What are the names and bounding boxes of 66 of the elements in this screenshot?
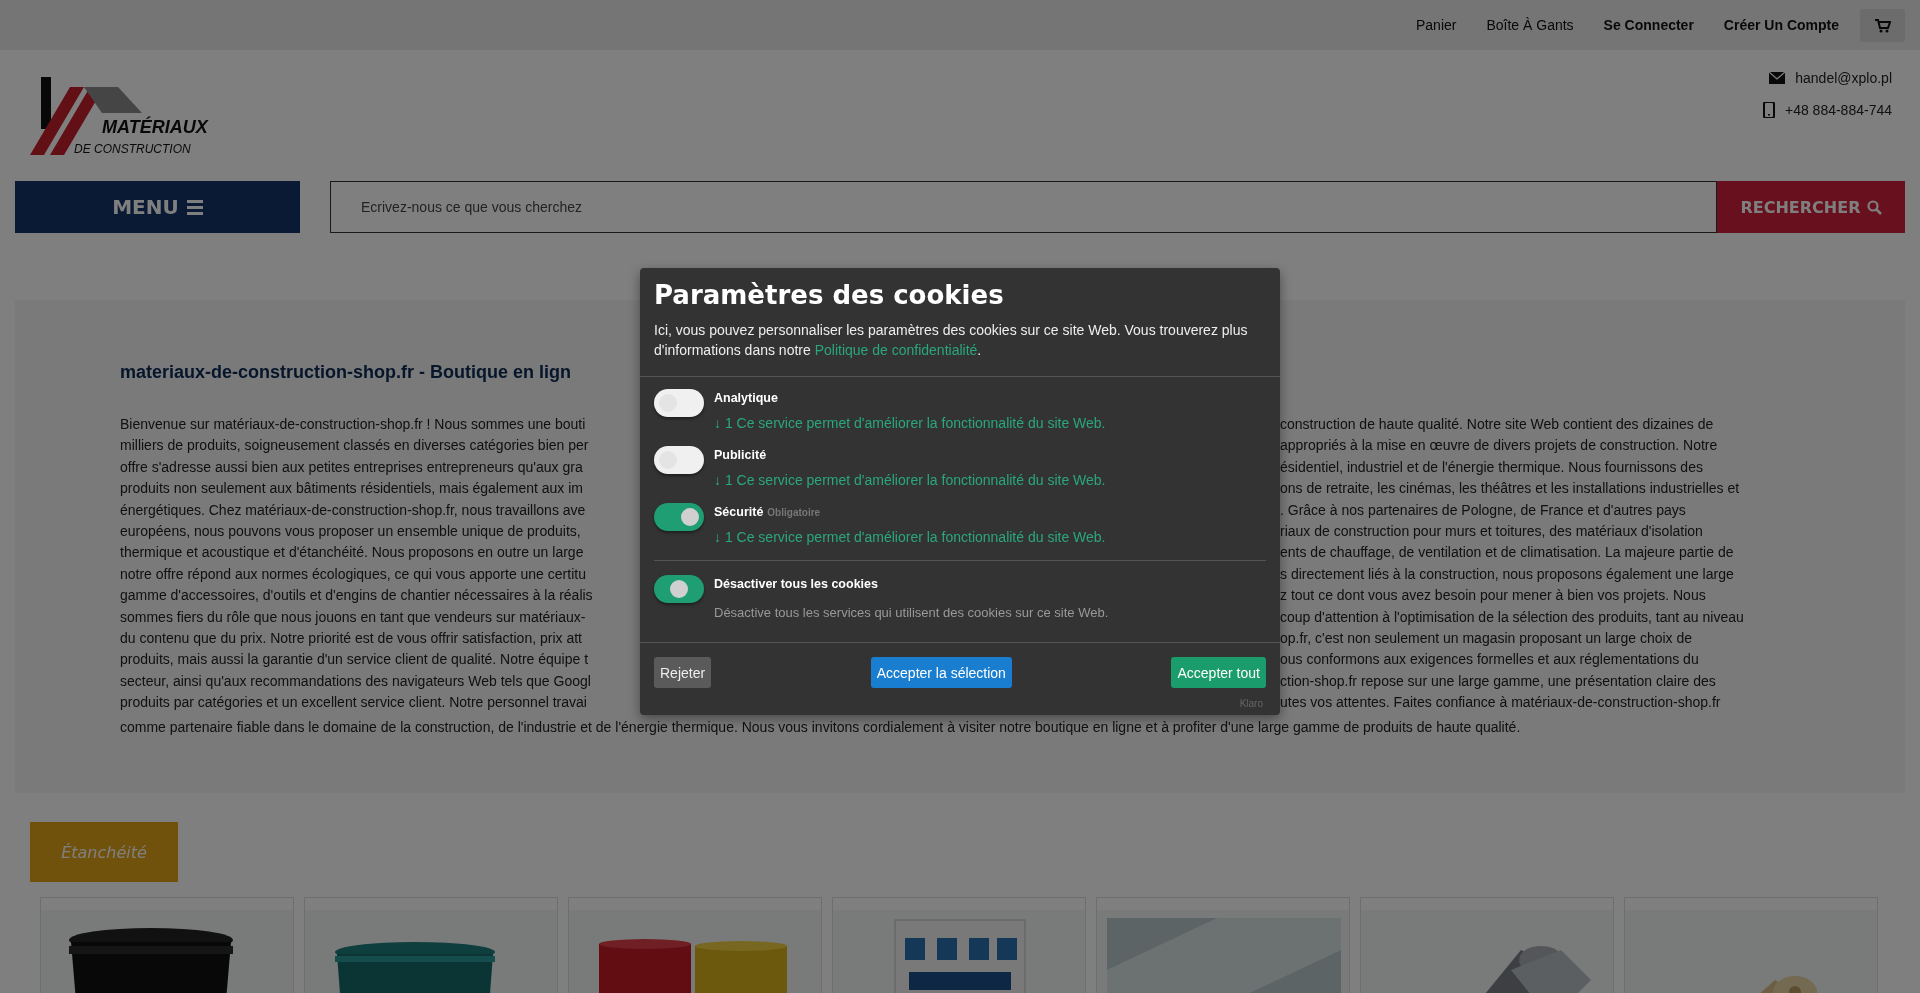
service-description[interactable]: ↓ 1 Ce service permet d'améliorer la fonctionnalité du site Web. bbox=[714, 472, 1106, 488]
search-field[interactable]: Ecrivez-nous ce que vous cherchez bbox=[330, 181, 1717, 233]
accept-all-button[interactable]: Accepter tout bbox=[1171, 657, 1266, 688]
reject-button[interactable]: Rejeter bbox=[654, 657, 712, 688]
paragraph-line: thermique et acoustique et d'étanchéité. Nous proposons en outre un large bbox=[120, 543, 585, 563]
search-icon bbox=[1866, 199, 1882, 215]
paragraph-line: du contenu que du prix. Notre priorité est de vous offrir satisfaction, prix att bbox=[120, 628, 583, 648]
paragraph-line: milliers de produits, soigneusement classés en diverses catégories bien per bbox=[120, 436, 590, 456]
paragraph-line: ésidentiel, industriel et de l'énergie thermique. Nous fournissons des bbox=[1280, 457, 1704, 477]
paragraph-line: sommes fiers du rôle que nous jouons en tant que vendeurs sur matériaux- bbox=[120, 607, 587, 627]
paragraph-line: offre s'adresse aussi bien aux petites entreprises entrepreneurs qu'aux gra bbox=[120, 457, 584, 477]
top-nav-link[interactable]: Se Connecter bbox=[1588, 17, 1709, 33]
top-nav-link[interactable]: Boîte À Gants bbox=[1471, 17, 1589, 33]
paragraph-line: coup d'attention à l'optimisation de la sélection des produits, tant au niveau bbox=[1280, 607, 1745, 627]
logo-title: MATÉRIAUX bbox=[102, 117, 208, 137]
menu-button[interactable]: MENU bbox=[15, 181, 300, 233]
paragraph-line: notre offre répond aux normes écologiques, ce qui vous apporte une certitu bbox=[120, 564, 587, 584]
service-name: Sécurité bbox=[714, 505, 764, 519]
paragraph-line: s directement liés à la construction, nous proposons également une large bbox=[1280, 564, 1735, 584]
toggle-switch[interactable] bbox=[654, 575, 704, 603]
privacy-link[interactable]: Politique de confidentialité bbox=[814, 342, 978, 358]
envelope-icon bbox=[1769, 71, 1786, 85]
paragraph-line: secteur, ainsi qu'aux recommandations des navigateurs Web tels que Googl bbox=[120, 671, 592, 691]
paragraph-line: z tout ce dont vous avez besoin pour mener à bien vos projets. Nous bbox=[1280, 586, 1707, 606]
toggle-switch[interactable] bbox=[654, 503, 704, 531]
modal-description: Ici, vous pouvez personnaliser les paramètres des cookies sur ce site Web. Vous trouverez plus d'informations dans notre Politique de confidentialité. bbox=[654, 321, 1249, 360]
toggle-all-label: Désactiver tous les cookies bbox=[714, 577, 878, 591]
paragraph-line: . Grâce à nos partenaires de Pologne, de France et d'autres pays bbox=[1280, 500, 1687, 520]
logo-subtitle: DE CONSTRUCTION bbox=[74, 142, 191, 156]
phone-icon bbox=[1762, 102, 1775, 118]
modal-title: Paramètres des cookies bbox=[654, 280, 1005, 310]
paragraph-line: produits non seulement aux bâtiments résidentiels, mais également aux im bbox=[120, 479, 585, 499]
accept-selection-button[interactable]: Accepter la sélection bbox=[870, 657, 1012, 688]
toggle-all-description: Désactive tous les services qui utilisent des cookies sur ce site Web. bbox=[714, 605, 1109, 620]
paragraph-line: Bienvenue sur matériaux-de-construction-shop.fr ! Nous sommes une bouti bbox=[120, 415, 587, 434]
toggle-switch[interactable] bbox=[654, 446, 704, 474]
paragraph-line: ous conformons aux exigences formelles et aux réglementations du bbox=[1280, 650, 1700, 670]
service-name: Publicité bbox=[714, 448, 767, 462]
paragraph-line: op.fr, c'est non seulement un magasin proposant un large choix de bbox=[1280, 628, 1694, 648]
contact-text: handel@xplo.pl bbox=[1795, 70, 1892, 86]
paragraph-line: ents de chauffage, de ventilation et de climatisation. La majeure partie de bbox=[1280, 543, 1735, 563]
service-name: Analytique bbox=[714, 391, 778, 405]
top-nav-link[interactable]: Créer Un Compte bbox=[1708, 17, 1854, 33]
paragraph-line: comme partenaire fiable dans le domaine de la construction, de l'industrie et de l'énergie thermique. Nous vous invitons cordialement à visiter notre boutique en ligne et à profiter d'une large gamme de produits de haute qualité. bbox=[120, 718, 1522, 738]
paragraph-line: produits par catégories et un excellent service client. Notre personnel travai bbox=[120, 693, 588, 713]
paragraph-line: européens, nous pouvons vous proposer un ensemble unique de produits, bbox=[120, 521, 582, 541]
service-description[interactable]: ↓ 1 Ce service permet d'améliorer la fonctionnalité du site Web. bbox=[714, 529, 1106, 545]
paragraph-line: utes vos attentes. Faites confiance à matériaux-de-construction-shop.fr bbox=[1280, 693, 1722, 713]
paragraph-line: ons de retraite, les cinémas, les théâtres et les installations industrielles et bbox=[1280, 479, 1741, 499]
paragraph-line: énergétiques. Chez matériaux-de-construction-shop.fr, nous travaillons ave bbox=[120, 500, 587, 520]
paragraph-line: riaux de construction pour murs et toitures, des matériaux d'isolation bbox=[1280, 521, 1704, 541]
contact-text: +48 884-884-744 bbox=[1784, 102, 1892, 118]
top-nav-link[interactable]: Panier bbox=[1400, 17, 1472, 33]
toggle-switch[interactable] bbox=[654, 389, 704, 417]
service-description[interactable]: ↓ 1 Ce service permet d'améliorer la fonctionnalité du site Web. bbox=[714, 415, 1106, 431]
paragraph-line: appropriés à la mise en œuvre de divers projets de construction. Notre bbox=[1280, 436, 1719, 456]
cart-button[interactable] bbox=[1860, 8, 1905, 42]
search-button[interactable]: RECHERCHER bbox=[1717, 181, 1905, 233]
required-label: Obligatoire bbox=[767, 507, 821, 518]
paragraph-line: gamme d'accessoires, d'outils et d'engins de chantier nécessaires à la réalis bbox=[120, 586, 594, 606]
section-heading: materiaux-de-construction-shop.fr - Boutique en lign bbox=[120, 362, 571, 383]
paragraph-line: construction de haute qualité. Notre site Web contient des dizaines de bbox=[1280, 415, 1715, 434]
menu-icon bbox=[186, 199, 203, 215]
cart-icon bbox=[1874, 17, 1891, 33]
paragraph-line: produits, mais aussi la garantie d'un service client de qualité. Notre équipe t bbox=[120, 650, 590, 670]
paragraph-line: ction-shop.fr repose sur une large gamme, une présentation claire des bbox=[1280, 671, 1717, 691]
